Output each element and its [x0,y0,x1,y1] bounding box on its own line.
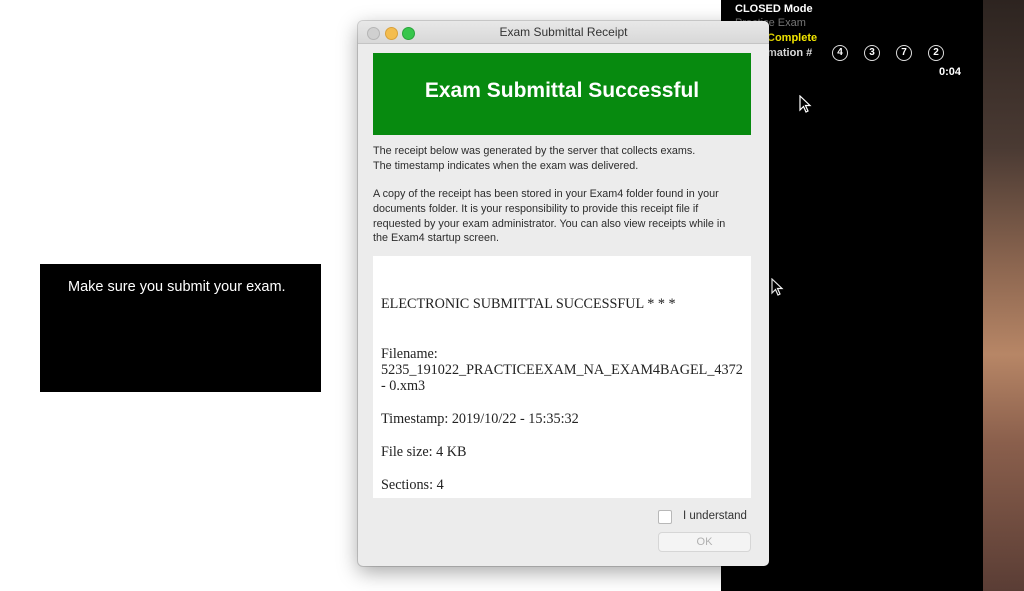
receipt-copy-text: A copy of the receipt has been stored in… [373,187,758,246]
success-banner: Exam Submittal Successful [373,53,751,135]
receipt-heading: ELECTRONIC SUBMITTAL SUCCESSFUL * * * [381,296,676,312]
confirmation-digit: 7 [896,45,912,61]
copy-line: A copy of the receipt has been stored in… [373,188,719,200]
confirmation-digit: 2 [928,45,944,61]
receipt-filename-suffix: - 0.xm3 [381,378,426,394]
understand-checkbox[interactable] [658,510,672,524]
confirmation-digit: 4 [832,45,848,61]
copy-line: requested by your exam administrator. Yo… [373,217,726,230]
receipt-dialog: Exam Submittal Receipt Exam Submittal Su… [358,21,769,566]
copy-line: documents folder. It is your responsibil… [373,202,699,215]
receipt-timestamp: Timestamp: 2019/10/22 - 15:35:32 [381,411,579,427]
receipt-filename-label: Filename: [381,346,438,362]
mode-label: CLOSED Mode [735,3,813,15]
desktop-wallpaper [983,0,1024,591]
info-line: The timestamp indicates when the exam wa… [373,159,639,172]
copy-line: the Exam4 startup screen. [373,232,500,245]
window-title: Exam Submittal Receipt [499,25,628,39]
window-titlebar[interactable]: Exam Submittal Receipt [358,21,769,44]
understand-label[interactable]: I understand [683,510,747,522]
mouse-cursor-icon [799,95,812,113]
info-line: The receipt below was generated by the s… [373,145,696,157]
ok-button[interactable]: OK [658,532,751,552]
receipt-file-size: File size: 4 KB [381,444,467,460]
receipt-sections: Sections: 4 [381,477,444,493]
status-label: Complete [767,32,818,44]
receipt-info-text: The receipt below was generated by the s… [373,144,758,174]
receipt-filename: 5235_191022_PRACTICEEXAM_NA_EXAM4BAGEL_4… [381,362,743,378]
tooltip-text: Make sure you submit your exam. [68,279,286,295]
mouse-cursor-icon [771,278,784,296]
elapsed-timer: 0:04 [939,66,962,78]
confirmation-digit: 3 [864,45,880,61]
instruction-tooltip: Make sure you submit your exam. [40,264,321,392]
banner-title: Exam Submittal Successful [424,79,700,102]
receipt-content-box[interactable]: ELECTRONIC SUBMITTAL SUCCESSFUL * * * Fi… [373,256,751,498]
confirmation-label: mation # [767,47,813,59]
